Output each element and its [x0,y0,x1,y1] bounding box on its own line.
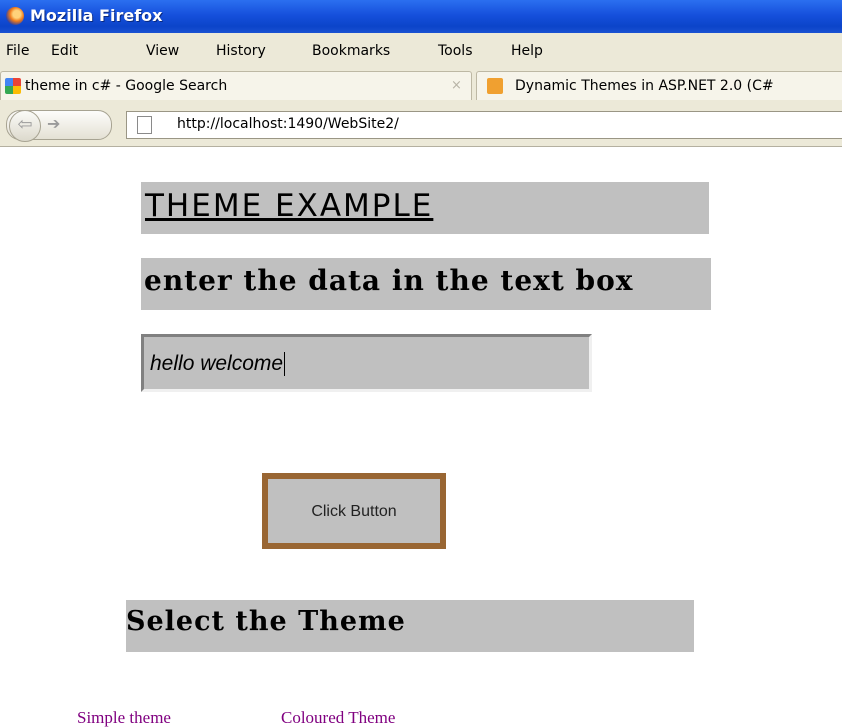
menu-edit[interactable]: Edit [51,43,78,59]
page-title: THEME EXAMPLE [145,188,434,224]
menu-bookmarks[interactable]: Bookmarks [312,43,390,59]
menu-help[interactable]: Help [511,43,543,59]
select-theme-label: Select the Theme [126,606,406,637]
tab-label: Dynamic Themes in ASP.NET 2.0 (C# [515,78,774,94]
menu-bar: File Edit View History Bookmarks Tools H… [0,33,842,67]
text-input-value[interactable]: hello welcome [150,352,286,376]
data-text-input[interactable]: hello welcome [141,334,592,392]
select-theme-panel: Select the Theme [126,600,694,652]
url-bar[interactable]: http://localhost:1490/WebSite2/ [126,111,842,139]
simple-theme-link[interactable]: Simple theme [77,708,171,728]
page-icon [137,116,152,134]
tab-bar: theme in c# - Google Search × Dynamic Th… [0,67,842,102]
window-title: Mozilla Firefox [30,6,163,25]
menu-tools[interactable]: Tools [438,43,473,59]
instruction-label: enter the data in the text box [144,264,634,297]
site-favicon-icon [487,78,503,94]
tab-dynamic-themes[interactable]: Dynamic Themes in ASP.NET 2.0 (C# [476,71,842,100]
tab-close-icon[interactable]: × [451,78,462,93]
menu-file[interactable]: File [6,43,29,59]
navigation-toolbar: ⇦ ➔ http://localhost:1490/WebSite2/ [0,101,842,147]
back-arrow-icon[interactable]: ⇦ [9,110,41,142]
url-text[interactable]: http://localhost:1490/WebSite2/ [177,116,399,132]
google-favicon-icon [5,78,21,94]
coloured-theme-link[interactable]: Coloured Theme [281,708,395,728]
forward-arrow-icon[interactable]: ➔ [47,113,60,135]
click-button[interactable]: Click Button [262,473,446,549]
tab-label: theme in c# - Google Search [25,78,228,94]
tab-google-search[interactable]: theme in c# - Google Search × [0,71,472,100]
back-forward-group: ⇦ ➔ [6,110,112,142]
menu-view[interactable]: View [146,43,179,59]
firefox-logo-icon [6,7,24,25]
menu-history[interactable]: History [216,43,266,59]
click-button-label: Click Button [311,503,397,520]
page-heading-panel: THEME EXAMPLE [141,182,709,234]
window-titlebar: Mozilla Firefox [0,0,842,33]
instruction-panel: enter the data in the text box [141,258,711,310]
